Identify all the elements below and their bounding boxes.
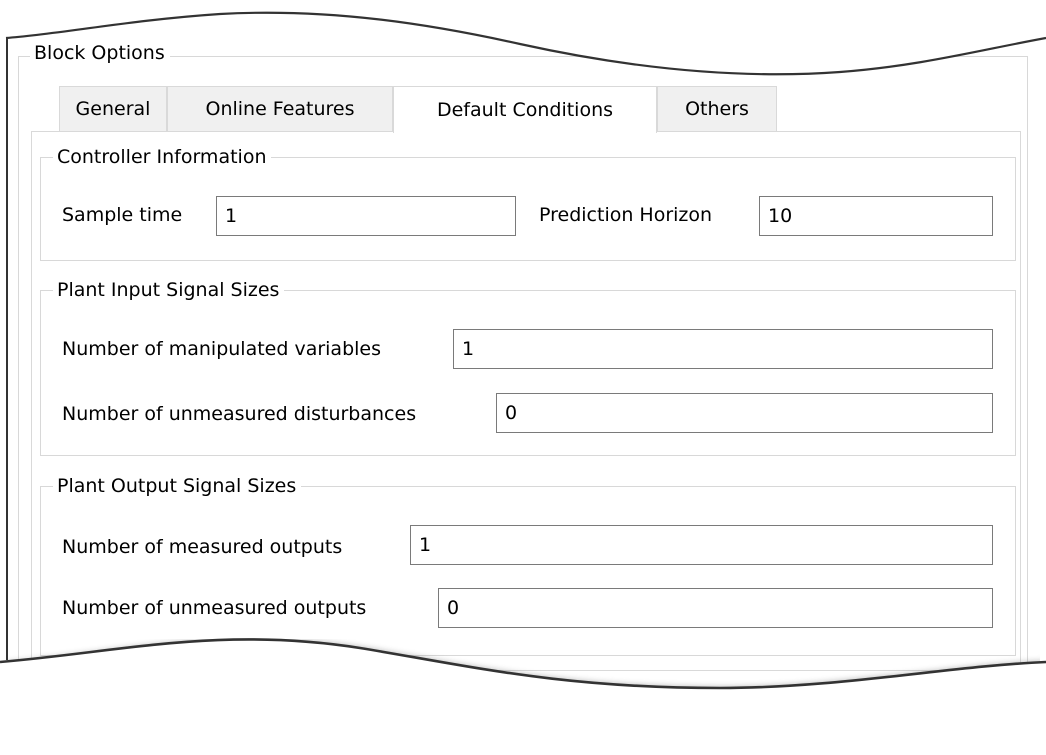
tab-default-conditions-label: Default Conditions <box>436 98 614 121</box>
screenshot-stage: Block Options General Online Features De… <box>0 0 1046 755</box>
tab-default-conditions[interactable]: Default Conditions <box>393 86 657 133</box>
